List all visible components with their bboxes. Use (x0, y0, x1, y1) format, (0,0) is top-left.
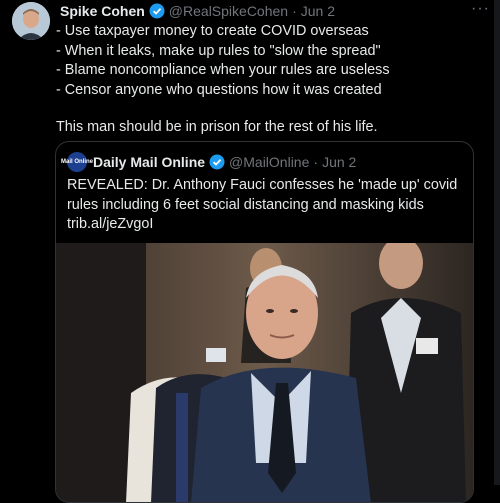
author-name[interactable]: Spike Cohen (60, 3, 145, 19)
tweet-line: This man should be in prison for the res… (56, 119, 378, 135)
verified-badge-icon (209, 154, 225, 170)
tweet-date[interactable]: Jun 2 (301, 3, 335, 19)
quoted-photo[interactable] (56, 243, 473, 502)
quoted-author-handle[interactable]: @MailOnline (229, 154, 309, 170)
tweet-line: - Use taxpayer money to create COVID ove… (56, 23, 369, 39)
more-icon[interactable]: ··· (471, 0, 490, 18)
quoted-line: rules including 6 feet social distancing… (67, 196, 424, 213)
quoted-tweet[interactable]: Mail Online Daily Mail Online @MailOnlin… (55, 141, 474, 503)
quoted-tweet-text: REVEALED: Dr. Anthony Fauci confesses he… (67, 176, 467, 235)
tweet-text: - Use taxpayer money to create COVID ove… (56, 22, 486, 138)
mailonline-logo: Mail Online (61, 152, 93, 172)
verified-badge-icon (149, 3, 165, 19)
tweet-line: - Censor anyone who questions how it was… (56, 81, 382, 98)
tweet-line: - When it leaks, make up rules to "slow … (56, 42, 381, 59)
quoted-tweet-date[interactable]: Jun 2 (322, 154, 356, 170)
tweet-line: - Blame noncompliance when your rules ar… (56, 62, 390, 78)
scrollbar[interactable] (494, 0, 500, 485)
tweet[interactable]: Spike Cohen @RealSpikeCohen · Jun 2 ··· … (0, 0, 500, 503)
quoted-line: REVEALED: Dr. Anthony Fauci confesses he… (67, 177, 458, 193)
separator-dot: · (292, 3, 297, 19)
author-handle[interactable]: @RealSpikeCohen (169, 3, 288, 19)
quoted-author-name[interactable]: Daily Mail Online (93, 154, 205, 170)
separator-dot: · (313, 154, 319, 170)
quoted-link[interactable]: trib.al/jeZvgoI (67, 215, 467, 235)
avatar[interactable] (12, 2, 50, 40)
